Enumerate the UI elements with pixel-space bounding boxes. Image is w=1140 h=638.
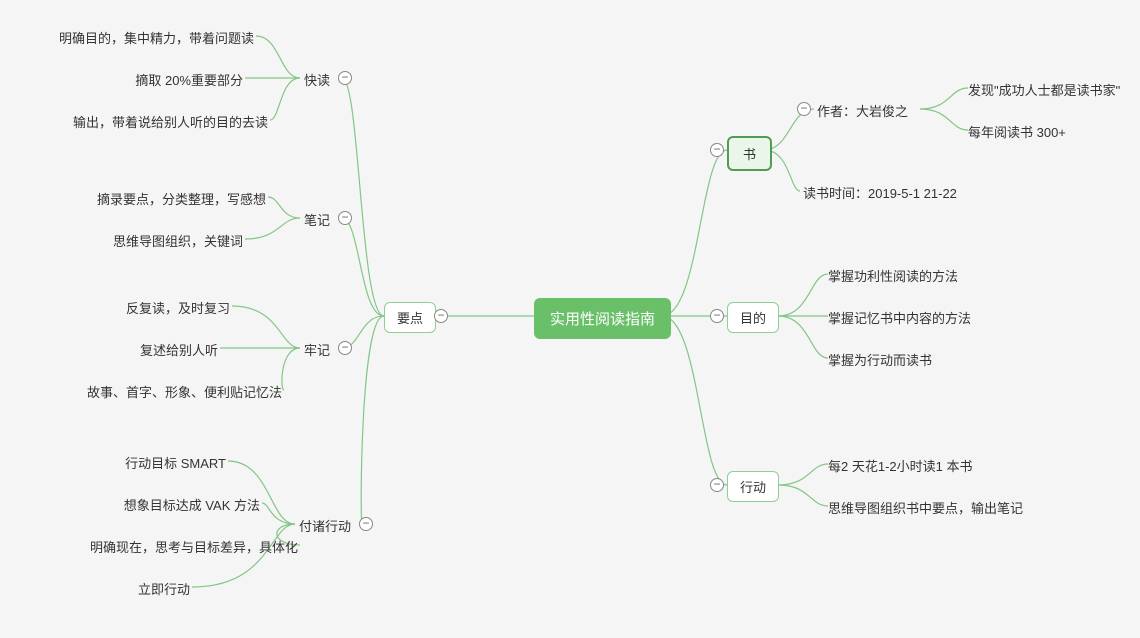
node-purpose[interactable]: 目的 xyxy=(727,302,779,333)
leaf-text: 立即行动 xyxy=(138,582,190,597)
leaf-text: 行动目标 SMART xyxy=(125,456,226,471)
leaf[interactable]: 明确现在，思考与目标差异，具体化 xyxy=(90,537,298,556)
leaf-text: 掌握功利性阅读的方法 xyxy=(828,269,958,284)
leaf[interactable]: 掌握记忆书中内容的方法 xyxy=(828,308,971,327)
node-label: 行动 xyxy=(740,480,766,495)
collapse-icon[interactable]: − xyxy=(434,309,448,323)
collapse-icon[interactable]: − xyxy=(710,309,724,323)
leaf[interactable]: 掌握为行动而读书 xyxy=(828,350,932,369)
root-node[interactable]: 实用性阅读指南 xyxy=(534,298,671,339)
leaf-text: 掌握为行动而读书 xyxy=(828,353,932,368)
leaf[interactable]: 发现"成功人士都是读书家" xyxy=(968,80,1120,99)
leaf-text: 故事、首字、形象、便利贴记忆法 xyxy=(87,385,282,400)
leaf-text: 每年阅读书 300+ xyxy=(968,125,1066,140)
node-author[interactable]: 作者：大岩俊之 xyxy=(817,101,908,120)
collapse-icon[interactable]: − xyxy=(710,478,724,492)
node-label: 作者：大岩俊之 xyxy=(817,104,908,119)
leaf[interactable]: 输出，带着说给别人听的目的去读 xyxy=(73,112,268,131)
node-notes[interactable]: 笔记 xyxy=(304,210,330,229)
leaf[interactable]: 故事、首字、形象、便利贴记忆法 xyxy=(87,382,282,401)
leaf-text: 思维导图组织，关键词 xyxy=(113,234,243,249)
leaf[interactable]: 思维导图组织，关键词 xyxy=(113,231,243,250)
node-action[interactable]: 行动 xyxy=(727,471,779,502)
leaf[interactable]: 掌握功利性阅读的方法 xyxy=(828,266,958,285)
leaf[interactable]: 行动目标 SMART xyxy=(125,453,226,472)
node-label: 目的 xyxy=(740,311,766,326)
leaf[interactable]: 思维导图组织书中要点，输出笔记 xyxy=(828,498,1023,517)
leaf-text: 思维导图组织书中要点，输出笔记 xyxy=(828,501,1023,516)
node-label: 笔记 xyxy=(304,213,330,228)
leaf[interactable]: 立即行动 xyxy=(138,579,190,598)
mindmap-canvas[interactable]: 实用性阅读指南 要点 − 快读 − 明确目的，集中精力，带着问题读 摘取 20%… xyxy=(0,0,1140,638)
node-label: 牢记 xyxy=(304,343,330,358)
root-title: 实用性阅读指南 xyxy=(550,311,655,328)
leaf-text: 输出，带着说给别人听的目的去读 xyxy=(73,115,268,130)
collapse-icon[interactable]: − xyxy=(710,143,724,157)
leaf[interactable]: 摘取 20%重要部分 xyxy=(135,70,243,89)
leaf[interactable]: 想象目标达成 VAK 方法 xyxy=(124,495,260,514)
collapse-icon[interactable]: − xyxy=(359,517,373,531)
node-book[interactable]: 书 xyxy=(727,136,772,171)
leaf-text: 发现"成功人士都是读书家" xyxy=(968,83,1120,98)
leaf-text: 明确目的，集中精力，带着问题读 xyxy=(59,31,254,46)
node-label: 书 xyxy=(743,147,756,162)
leaf-text: 每2 天花1-2小时读1 本书 xyxy=(828,459,972,474)
leaf-text: 读书时间：2019-5-1 21-22 xyxy=(803,186,957,201)
node-label: 要点 xyxy=(397,311,423,326)
leaf[interactable]: 明确目的，集中精力，带着问题读 xyxy=(59,28,254,47)
leaf[interactable]: 每年阅读书 300+ xyxy=(968,122,1066,141)
node-key-points[interactable]: 要点 xyxy=(384,302,436,333)
leaf-text: 摘取 20%重要部分 xyxy=(135,73,243,88)
leaf-text: 复述给别人听 xyxy=(140,343,218,358)
leaf-text: 明确现在，思考与目标差异，具体化 xyxy=(90,540,298,555)
leaf[interactable]: 复述给别人听 xyxy=(140,340,218,359)
leaf-text: 想象目标达成 VAK 方法 xyxy=(124,498,260,513)
leaf[interactable]: 每2 天花1-2小时读1 本书 xyxy=(828,456,972,475)
node-remember[interactable]: 牢记 xyxy=(304,340,330,359)
leaf[interactable]: 摘录要点，分类整理，写感想 xyxy=(97,189,266,208)
node-label: 快读 xyxy=(304,73,330,88)
collapse-icon[interactable]: − xyxy=(338,341,352,355)
leaf[interactable]: 反复读，及时复习 xyxy=(126,298,230,317)
node-label: 付诸行动 xyxy=(299,519,351,534)
node-fast-read[interactable]: 快读 xyxy=(304,70,330,89)
leaf-reading-time[interactable]: 读书时间：2019-5-1 21-22 xyxy=(803,183,957,202)
node-take-action[interactable]: 付诸行动 xyxy=(299,516,351,535)
leaf-text: 反复读，及时复习 xyxy=(126,301,230,316)
collapse-icon[interactable]: − xyxy=(338,211,352,225)
collapse-icon[interactable]: − xyxy=(797,102,811,116)
leaf-text: 掌握记忆书中内容的方法 xyxy=(828,311,971,326)
leaf-text: 摘录要点，分类整理，写感想 xyxy=(97,192,266,207)
collapse-icon[interactable]: − xyxy=(338,71,352,85)
